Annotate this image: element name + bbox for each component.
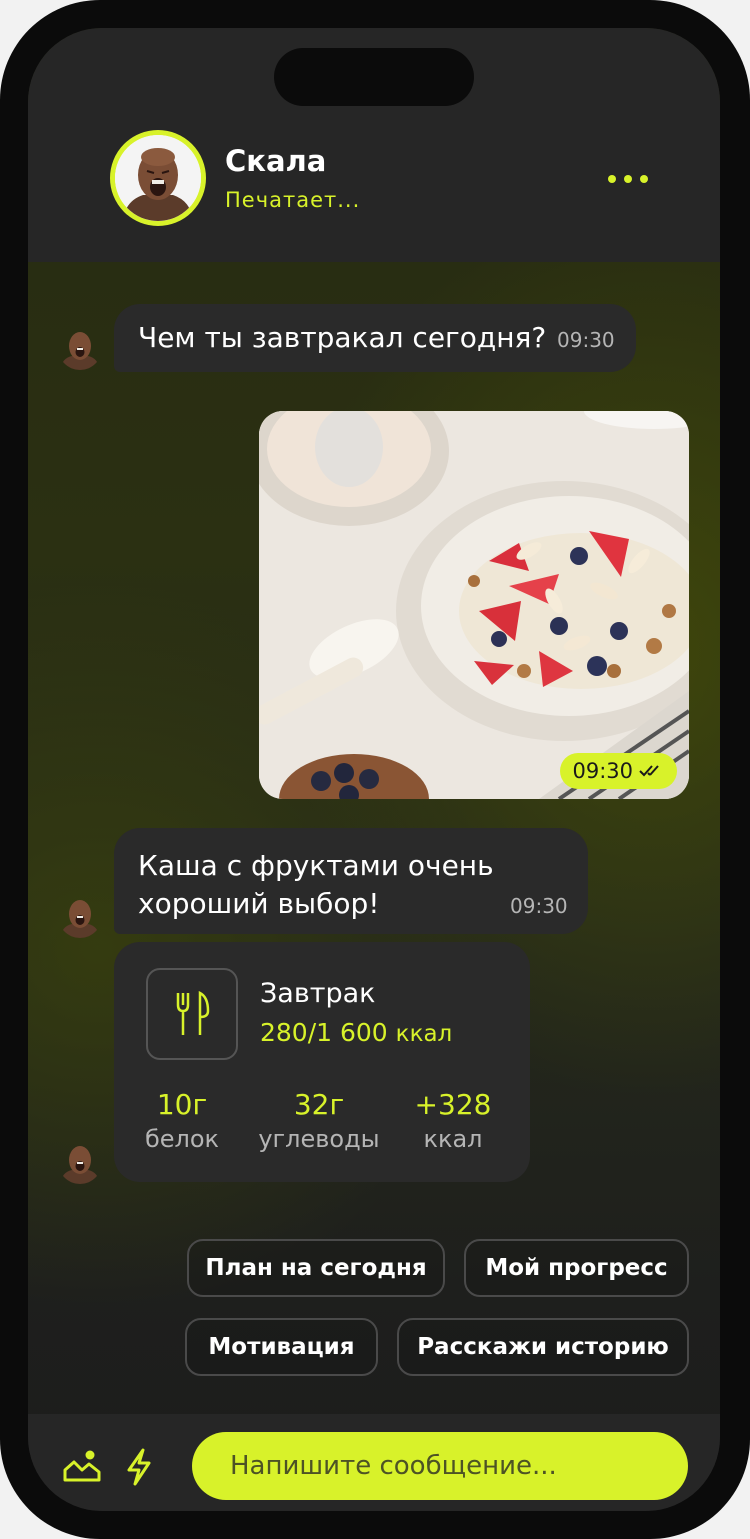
contact-name: Скала [225, 144, 327, 178]
typing-status: Печатает... [225, 188, 361, 212]
message-time: 09:30 [557, 328, 615, 352]
avatar-photo [115, 135, 201, 221]
meal-calories-value: 280/1 600 [260, 1018, 388, 1047]
quick-reply-story[interactable]: Расскажи историю [397, 1318, 689, 1376]
gallery-icon[interactable] [62, 1448, 102, 1484]
stat-value: +328 [414, 1088, 492, 1121]
message-text: Чем ты завтракал сегодня? [138, 321, 547, 354]
incoming-message: Каша с фруктами очень хороший выбор! 09:… [114, 828, 588, 934]
lightning-icon[interactable] [124, 1448, 154, 1486]
meal-calories: 280/1 600 ккал [260, 1018, 452, 1047]
quick-reply-plan[interactable]: План на сегодня [187, 1239, 445, 1297]
meal-summary-card[interactable]: Завтрак 280/1 600 ккал 10г белок 32г угл… [114, 942, 530, 1182]
more-dots-icon[interactable] [608, 168, 648, 190]
image-timestamp: 09:30 [560, 753, 677, 789]
stat-carbs: 32г углеводы [254, 1088, 384, 1156]
stat-label: углеводы [258, 1125, 380, 1153]
stat-value: 10г [156, 1088, 208, 1121]
meal-calories-unit: ккал [395, 1021, 453, 1047]
stat-protein: 10г белок [144, 1088, 220, 1156]
fork-knife-icon [146, 968, 238, 1060]
coach-avatar [58, 1140, 102, 1184]
meal-title: Завтрак [260, 978, 376, 1009]
chat-screen: Скала Печатает... Чем ты завтракал сегод… [28, 28, 720, 1511]
quick-reply-progress[interactable]: Мой прогресс [464, 1239, 689, 1297]
quick-reply-motivation[interactable]: Мотивация [185, 1318, 378, 1376]
double-check-icon [639, 765, 659, 777]
incoming-message: Чем ты завтракал сегодня? 09:30 [114, 304, 636, 372]
coach-avatar [58, 894, 102, 938]
stat-value: 32г [293, 1088, 345, 1121]
message-text-line2: хороший выбор! [138, 887, 380, 920]
stat-label: белок [144, 1125, 220, 1153]
message-text-line1: Каша с фруктами очень [138, 849, 494, 882]
breakfast-photo [259, 411, 689, 799]
phone-frame: Скала Печатает... Чем ты завтракал сегод… [0, 0, 750, 1539]
message-input[interactable] [192, 1432, 688, 1500]
message-time: 09:30 [510, 894, 568, 918]
coach-avatar [58, 326, 102, 370]
image-time: 09:30 [572, 759, 633, 783]
contact-avatar[interactable] [110, 130, 206, 226]
stat-calories: +328 ккал [410, 1088, 496, 1156]
dynamic-island [274, 48, 474, 106]
sent-image-message[interactable]: 09:30 [259, 411, 689, 799]
stat-label: ккал [423, 1125, 483, 1153]
